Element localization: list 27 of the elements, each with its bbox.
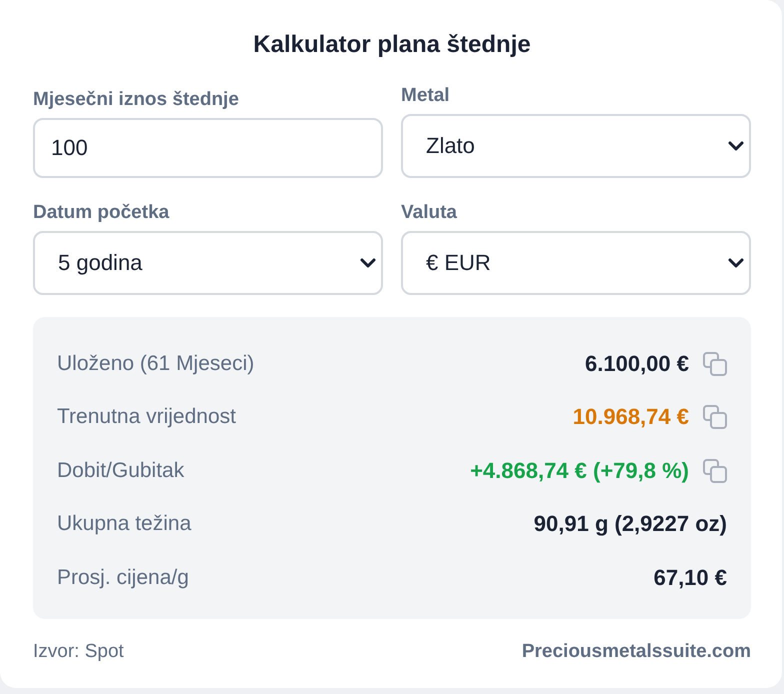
dropdown[interactable]: 5 godina [33, 231, 383, 295]
result-label: Trenutna vrijednost [57, 405, 236, 430]
input-field[interactable]: 100 [33, 118, 383, 178]
copy-icon[interactable] [703, 405, 727, 430]
chevron-down-icon [728, 141, 744, 151]
result-label: Prosj. cijena/g [57, 566, 189, 590]
dropdown[interactable]: € EUR [401, 231, 751, 295]
result-value: +4.868,74 € (+79,8 %) [470, 458, 689, 484]
field-label: Mjesečni iznos štednje [33, 88, 239, 112]
result-value: 10.968,74 € [572, 404, 689, 430]
result-label: Uloženo (61 Mjeseci) [57, 352, 254, 376]
field-label: Metal [401, 84, 450, 108]
result-value: 67,10 € [654, 564, 727, 591]
copy-icon[interactable] [703, 352, 727, 376]
field-label: Datum početka [33, 201, 170, 225]
chevron-down-icon [728, 258, 744, 268]
field-label: Valuta [401, 201, 457, 225]
result-label: Dobit/Gubitak [57, 458, 184, 483]
result-value: 6.100,00 € [585, 350, 689, 377]
chevron-down-icon [360, 258, 376, 268]
copy-icon[interactable] [703, 458, 727, 483]
source-label: Izvor: Spot [33, 640, 124, 662]
dropdown[interactable]: Zlato [401, 114, 751, 178]
result-label: Ukupna težina [57, 512, 192, 536]
result-value: 90,91 g (2,9227 oz) [534, 511, 727, 538]
calculator-title: Kalkulator plana štednje [252, 30, 532, 60]
site-link[interactable]: Preciousmetalssuite.com [522, 640, 751, 662]
